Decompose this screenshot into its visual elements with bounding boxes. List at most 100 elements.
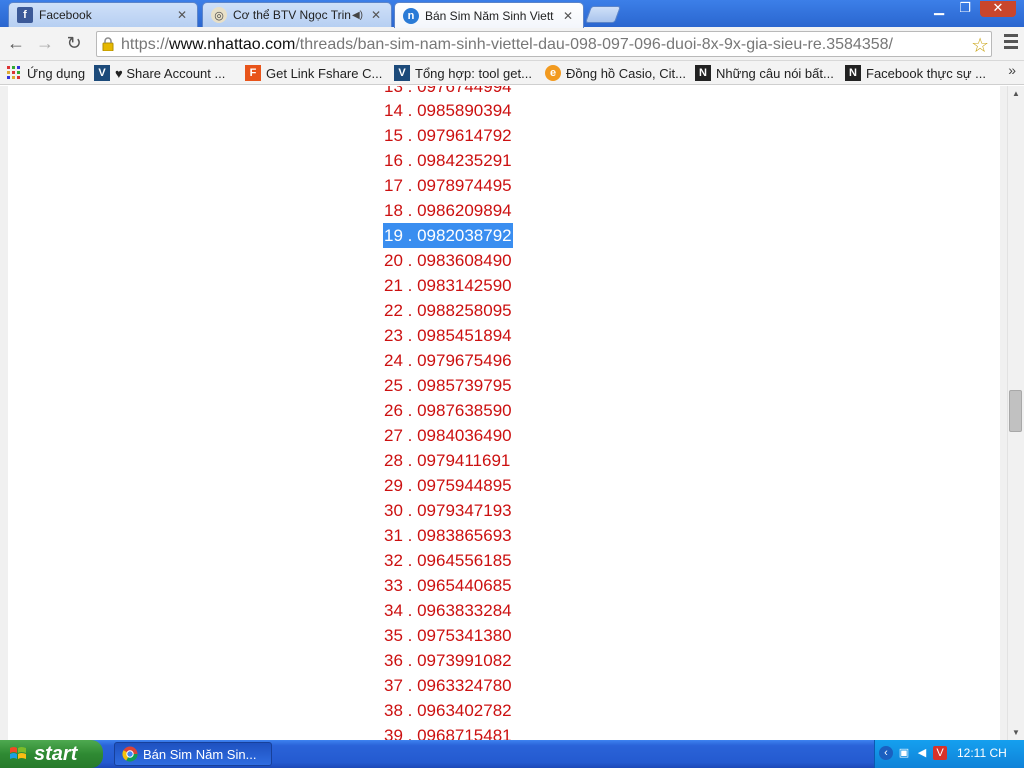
list-row: 21 . 0983142590 — [383, 273, 513, 298]
bookmark-site-icon: N — [695, 65, 711, 81]
list-item: 32 . 0964556185 — [384, 551, 512, 570]
clock: 12:11 CH — [957, 746, 1007, 760]
list-item: 37 . 0963324780 — [384, 676, 512, 695]
bookmark-share-account[interactable]: V ♥ Share Account ... — [94, 63, 225, 83]
antivirus-icon[interactable]: V — [933, 746, 947, 760]
scroll-down-icon[interactable]: ▼ — [1012, 728, 1020, 737]
list-item: 14 . 0985890394 — [384, 101, 512, 120]
url-scheme: https:// — [121, 36, 170, 53]
tab-btv[interactable]: ◎ Cơ thể BTV Ngọc Trin ◀) ✕ — [202, 2, 392, 27]
bookmark-label: Đồng hồ Casio, Cit... — [566, 65, 686, 81]
tab-title: Facebook — [39, 8, 92, 22]
bookmark-site-icon: V — [94, 65, 110, 81]
address-bar[interactable]: https://www.nhattao.com/threads/ban-sim-… — [96, 31, 992, 57]
forward-icon[interactable]: → — [34, 32, 56, 54]
apps-icon — [7, 66, 20, 79]
sim-number-list: 13 . 0976744994 14 . 0985890394 15 . 0979… — [383, 86, 513, 740]
list-row: 27 . 0984036490 — [383, 423, 513, 448]
list-row: 39 . 0968715481 — [383, 723, 513, 740]
bookmark-label: ♥ Share Account ... — [115, 65, 226, 81]
close-tab-icon[interactable]: ✕ — [561, 9, 575, 23]
bookmark-tong-hop[interactable]: V Tổng hợp: tool get... — [394, 63, 532, 83]
list-row: 22 . 0988258095 — [383, 298, 513, 323]
start-button[interactable]: start — [0, 740, 103, 768]
url-text[interactable]: https://www.nhattao.com/threads/ban-sim-… — [121, 36, 893, 54]
bookmark-label: Ứng dụng — [27, 65, 86, 81]
tab-title: Bán Sim Năm Sinh Viett — [425, 8, 554, 23]
list-row: 26 . 0987638590 — [383, 398, 513, 423]
bookmark-fshare[interactable]: F Get Link Fshare C... — [245, 63, 382, 83]
bookmark-apps[interactable]: Ứng dụng — [6, 63, 85, 83]
list-item-partial: 13 . 0976744994 — [384, 86, 512, 96]
list-item-selected: 19 . 0982038792 — [383, 223, 513, 248]
list-item: 16 . 0984235291 — [384, 151, 512, 170]
list-row: 15 . 0979614792 — [383, 123, 513, 148]
scroll-up-icon[interactable]: ▲ — [1012, 89, 1020, 98]
close-tab-icon[interactable]: ✕ — [175, 8, 189, 22]
tab-strip: f Facebook ✕ ◎ Cơ thể BTV Ngọc Trin ◀) ✕… — [0, 0, 1024, 28]
tab-facebook[interactable]: f Facebook ✕ — [8, 2, 198, 27]
post-body: 13 . 0976744994 14 . 0985890394 15 . 0979… — [8, 86, 1000, 740]
menu-icon[interactable] — [1004, 34, 1018, 52]
list-item: 33 . 0965440685 — [384, 576, 512, 595]
list-item: 36 . 0973991082 — [384, 651, 512, 670]
list-item: 24 . 0979675496 — [384, 351, 512, 370]
list-row: 32 . 0964556185 — [383, 548, 513, 573]
back-icon[interactable]: ← — [5, 32, 27, 54]
bookmark-casio[interactable]: e Đồng hồ Casio, Cit... — [545, 63, 686, 83]
more-bookmarks-icon[interactable]: » — [1008, 62, 1016, 78]
list-item: 38 . 0963402782 — [384, 701, 512, 720]
list-item: 17 . 0978974495 — [384, 176, 512, 195]
list-item: 23 . 0985451894 — [384, 326, 512, 345]
restore-icon[interactable]: ❐ — [954, 1, 976, 17]
list-row: 30 . 0979347193 — [383, 498, 513, 523]
list-row: 14 . 0985890394 — [383, 98, 513, 123]
list-row: 38 . 0963402782 — [383, 698, 513, 723]
list-item: 18 . 0986209894 — [384, 201, 512, 220]
site-icon: ◎ — [211, 7, 227, 23]
list-item: 20 . 0983608490 — [384, 251, 512, 270]
new-tab-button[interactable] — [584, 6, 622, 23]
list-item: 30 . 0979347193 — [384, 501, 512, 520]
scrollbar-thumb[interactable] — [1009, 390, 1022, 432]
bookmark-label: Tổng hợp: tool get... — [415, 65, 532, 81]
tab-nhattao[interactable]: n Bán Sim Năm Sinh Viett ✕ — [394, 2, 584, 28]
facebook-icon: f — [17, 7, 33, 23]
bookmark-facebook-thuc-su[interactable]: N Facebook thực sự ... — [845, 63, 986, 83]
bookmark-star-icon[interactable]: ☆ — [971, 33, 989, 58]
list-item: 27 . 0984036490 — [384, 426, 512, 445]
show-hidden-icons-icon[interactable]: ‹ — [879, 746, 893, 760]
close-tab-icon[interactable]: ✕ — [369, 8, 383, 22]
list-row: 24 . 0979675496 — [383, 348, 513, 373]
bookmark-site-icon: V — [394, 65, 410, 81]
list-row: 31 . 0983865693 — [383, 523, 513, 548]
lock-icon — [102, 37, 114, 51]
start-label: start — [34, 742, 78, 765]
reload-icon[interactable]: ↻ — [63, 32, 85, 54]
list-row: 20 . 0983608490 — [383, 248, 513, 273]
clock-site-icon: e — [545, 65, 561, 81]
list-item: 28 . 0979411691 — [384, 451, 511, 470]
close-window-icon[interactable]: ✕ — [980, 1, 1016, 17]
browser-toolbar: ← → ↻ https://www.nhattao.com/threads/ba… — [0, 27, 1024, 61]
bookmark-label: Facebook thực sự ... — [866, 65, 987, 81]
list-item: 21 . 0983142590 — [384, 276, 512, 295]
bookmark-nhung-cau-noi[interactable]: N Những câu nói bất... — [695, 63, 834, 83]
list-row: 33 . 0965440685 — [383, 573, 513, 598]
audio-playing-icon[interactable]: ◀) — [352, 10, 363, 21]
minimize-icon[interactable]: ▁ — [928, 1, 950, 17]
list-item: 31 . 0983865693 — [384, 526, 512, 545]
volume-icon[interactable]: ◀ — [915, 746, 929, 760]
vertical-scrollbar[interactable]: ▲ ▼ — [1007, 86, 1024, 740]
list-row: 17 . 0978974495 — [383, 173, 513, 198]
list-item: 25 . 0985739795 — [384, 376, 512, 395]
list-row: 25 . 0985739795 — [383, 373, 513, 398]
fshare-icon: F — [245, 65, 261, 81]
list-row: 19 . 0982038792 — [383, 223, 513, 248]
network-icon[interactable]: ▣ — [897, 746, 911, 760]
url-path: /threads/ban-sim-nam-sinh-viettel-dau-09… — [295, 36, 893, 53]
taskbar-item-chrome[interactable]: Bán Sim Năm Sin... — [114, 742, 272, 766]
bookmarks-bar: Ứng dụng V ♥ Share Account ... F Get Lin… — [0, 61, 1024, 85]
list-item: 26 . 0987638590 — [384, 401, 512, 420]
list-row: 16 . 0984235291 — [383, 148, 513, 173]
